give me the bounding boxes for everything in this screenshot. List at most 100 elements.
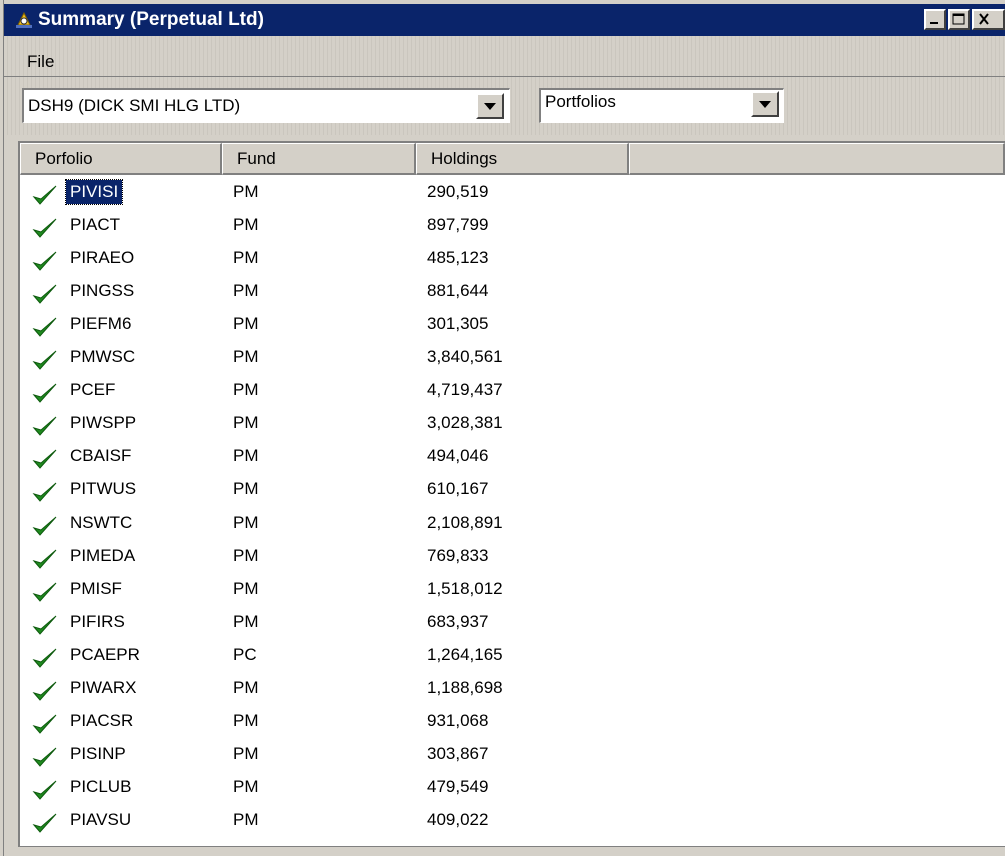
fund-cell: PM	[233, 512, 259, 532]
window-title: Summary (Perpetual Ltd)	[38, 9, 264, 30]
close-button[interactable]	[972, 9, 1005, 30]
fund-cell: PM	[233, 545, 259, 565]
table-row[interactable]: PISINP PM 303,867	[20, 738, 1005, 771]
holdings-cell: 683,937	[427, 611, 489, 631]
view-select[interactable]: Portfolios	[539, 88, 784, 123]
portfolio-cell: PIFIRS	[70, 611, 125, 631]
portfolio-cell: PITWUS	[70, 479, 137, 499]
table-row[interactable]: CBAISF PM 494,046	[20, 440, 1005, 473]
table-row[interactable]: PCEF PM 4,719,437	[20, 374, 1005, 407]
table-row[interactable]: PINGSS PM 881,644	[20, 275, 1005, 308]
checkmark-icon	[32, 747, 57, 767]
table-row[interactable]: PIACT PM 897,799	[20, 209, 1005, 242]
fund-cell: PM	[233, 578, 259, 598]
holdings-cell: 881,644	[427, 281, 489, 301]
chevron-down-icon	[759, 101, 771, 108]
table-row[interactable]: PIEFM6 PM 301,305	[20, 308, 1005, 341]
fund-cell: PM	[233, 743, 259, 763]
view-select-value: Portfolios	[545, 92, 616, 111]
portfolio-cell: PMISF	[70, 578, 122, 598]
bottom-edge	[18, 846, 1005, 856]
column-header-empty	[629, 143, 1005, 175]
table-row[interactable]: PCAEPR PC 1,264,165	[20, 639, 1005, 672]
portfolio-cell: PICLUB	[70, 776, 132, 796]
portfolio-cell: PIACT	[70, 215, 121, 235]
maximize-button[interactable]	[948, 9, 970, 30]
portfolio-cell: PIWARX	[70, 677, 137, 697]
portfolio-cell: PIWSPP	[70, 413, 137, 433]
close-icon	[979, 13, 989, 25]
column-header-holdings[interactable]: Holdings	[416, 143, 629, 175]
checkmark-icon	[32, 780, 57, 800]
holdings-cell: 303,867	[427, 743, 489, 763]
toolbar: DSH9 (DICK SMI HLG LTD) Portfolios	[4, 77, 1005, 135]
table-row[interactable]: PMWSC PM 3,840,561	[20, 341, 1005, 374]
portfolio-cell: PIRAEO	[70, 248, 135, 268]
table-row[interactable]: PIVISI PM 290,519	[20, 176, 1005, 209]
checkmark-icon	[32, 416, 57, 437]
checkmark-icon	[32, 714, 57, 734]
column-header-fund[interactable]: Fund	[222, 143, 416, 175]
portfolio-list[interactable]: Porfolio Fund Holdings PIVISI PM 290,519…	[18, 141, 1005, 846]
checkmark-icon	[32, 284, 57, 304]
checkmark-icon	[32, 813, 57, 833]
portfolio-cell: PIEFM6	[70, 314, 132, 334]
table-row[interactable]: PIFIRS PM 683,937	[20, 606, 1005, 639]
entity-dropdown-button[interactable]	[476, 93, 504, 119]
checkmark-icon	[32, 516, 57, 536]
fund-cell: PM	[233, 182, 259, 201]
table-row[interactable]: PICLUB PM 479,549	[20, 771, 1005, 804]
menu-bar: File	[4, 36, 1005, 77]
fund-cell: PM	[233, 611, 259, 631]
table-row[interactable]: PMISF PM 1,518,012	[20, 573, 1005, 606]
table-row[interactable]: PIAVSU PM 409,022	[20, 804, 1005, 837]
menu-file[interactable]: File	[27, 52, 54, 72]
portfolio-cell: PIACSR	[70, 710, 134, 730]
table-row[interactable]: PIMEDA PM 769,833	[20, 540, 1005, 573]
fund-cell: PM	[233, 215, 259, 235]
column-header-portfolio[interactable]: Porfolio	[20, 143, 222, 175]
holdings-cell: 2,108,891	[427, 512, 503, 532]
minimize-button[interactable]	[924, 9, 946, 30]
table-row[interactable]: PITWUS PM 610,167	[20, 473, 1005, 506]
portfolio-cell: PCAEPR	[70, 644, 140, 664]
table-row[interactable]: PIWSPP PM 3,028,381	[20, 407, 1005, 440]
holdings-cell: 479,549	[427, 776, 489, 796]
checkmark-icon	[32, 185, 57, 205]
checkmark-icon	[32, 582, 57, 602]
holdings-cell: 1,188,698	[427, 677, 503, 697]
title-bar[interactable]: Summary (Perpetual Ltd)	[4, 4, 1005, 36]
checkmark-icon	[32, 483, 57, 503]
entity-select[interactable]: DSH9 (DICK SMI HLG LTD)	[22, 88, 510, 123]
checkmark-icon	[32, 681, 57, 701]
portfolio-cell: PMWSC	[70, 347, 136, 367]
checkmark-icon	[32, 383, 57, 404]
portfolio-cell: NSWTC	[70, 512, 133, 532]
portfolio-cell: PIAVSU	[70, 809, 132, 829]
fund-cell: PM	[233, 710, 259, 730]
view-dropdown-button[interactable]	[751, 91, 779, 117]
fund-cell: PC	[233, 644, 257, 664]
table-row[interactable]: PIRAEO PM 485,123	[20, 242, 1005, 275]
fund-cell: PM	[233, 809, 259, 829]
holdings-cell: 3,840,561	[427, 347, 503, 367]
checkmark-icon	[32, 450, 57, 470]
holdings-cell: 494,046	[427, 446, 489, 466]
fund-cell: PM	[233, 380, 259, 400]
table-row[interactable]: NSWTC PM 2,108,891	[20, 507, 1005, 540]
fund-cell: PM	[233, 248, 259, 268]
table-row[interactable]: PIACSR PM 931,068	[20, 705, 1005, 738]
portfolio-cell: PINGSS	[70, 281, 135, 301]
holdings-cell: 290,519	[427, 182, 489, 201]
app-icon	[16, 11, 32, 28]
fund-cell: PM	[233, 776, 259, 796]
holdings-cell: 1,264,165	[427, 644, 503, 664]
checkmark-icon	[32, 350, 57, 371]
fund-cell: PM	[233, 314, 259, 334]
holdings-cell: 1,518,012	[427, 578, 503, 598]
checkmark-icon	[32, 317, 57, 337]
chevron-down-icon	[484, 103, 496, 110]
minimize-icon	[930, 22, 938, 24]
table-row[interactable]: PIWARX PM 1,188,698	[20, 672, 1005, 705]
fund-cell: PM	[233, 413, 259, 433]
